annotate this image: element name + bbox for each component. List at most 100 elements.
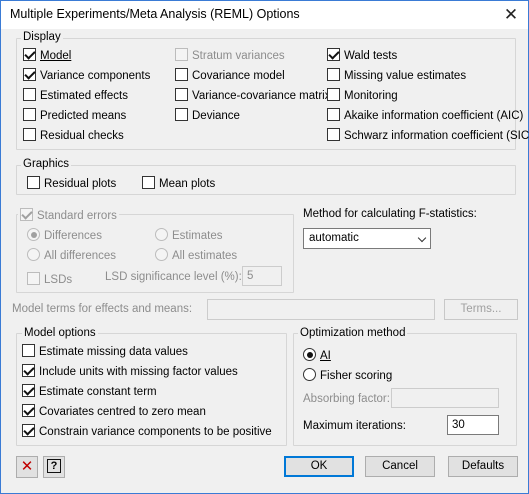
checkbox-box bbox=[175, 48, 188, 61]
checkbox-box[interactable] bbox=[175, 88, 188, 101]
checkbox-box[interactable] bbox=[327, 48, 340, 61]
checkbox-label: Estimated effects bbox=[40, 90, 128, 102]
checkbox-predicted-means[interactable]: Predicted means bbox=[23, 108, 126, 122]
checkbox-variance-components[interactable]: Variance components bbox=[23, 68, 150, 82]
window-title: Multiple Experiments/Meta Analysis (REML… bbox=[10, 7, 300, 21]
checkbox-residual-plots[interactable]: Residual plots bbox=[27, 176, 116, 190]
checkbox-label: Include units with missing factor values bbox=[39, 366, 238, 378]
checkbox-box bbox=[27, 272, 40, 285]
checkbox-box[interactable] bbox=[175, 68, 188, 81]
checkbox-monitoring[interactable]: Monitoring bbox=[327, 88, 398, 102]
checkbox-covariance-model[interactable]: Covariance model bbox=[175, 68, 285, 82]
chevron-down-icon bbox=[417, 233, 427, 243]
radio-label: All differences bbox=[44, 250, 117, 262]
checkbox-label: Wald tests bbox=[344, 50, 398, 62]
radio-circle bbox=[27, 248, 40, 261]
checkbox-box[interactable] bbox=[327, 108, 340, 121]
radio-differences: Differences bbox=[27, 228, 102, 242]
checkbox-include-units-missing[interactable]: Include units with missing factor values bbox=[22, 364, 238, 378]
checkbox-label: Monitoring bbox=[344, 90, 398, 102]
checkbox-box[interactable] bbox=[27, 176, 40, 189]
clear-button[interactable]: ✕ bbox=[16, 456, 38, 478]
f-statistics-select[interactable]: automatic bbox=[303, 228, 431, 249]
checkbox-residual-checks[interactable]: Residual checks bbox=[23, 128, 124, 142]
checkbox-label: Mean plots bbox=[159, 178, 216, 190]
checkbox-mean-plots[interactable]: Mean plots bbox=[142, 176, 215, 190]
checkbox-box[interactable] bbox=[22, 404, 35, 417]
checkbox-box[interactable] bbox=[327, 68, 340, 81]
radio-label: Fisher scoring bbox=[320, 370, 393, 382]
options-dialog: Multiple Experiments/Meta Analysis (REML… bbox=[0, 0, 529, 494]
checkbox-label: Constrain variance components to be posi… bbox=[39, 426, 272, 438]
graphics-group-label: Graphics bbox=[21, 158, 72, 170]
radio-label: Differences bbox=[44, 230, 102, 242]
checkbox-box[interactable] bbox=[327, 128, 340, 141]
lsd-level-input: 5 bbox=[242, 266, 282, 286]
close-icon[interactable]: ✕ bbox=[494, 1, 528, 29]
checkbox-variance-covariance-matrix[interactable]: Variance-covariance matrix bbox=[175, 88, 330, 102]
checkbox-missing-value-estimates[interactable]: Missing value estimates bbox=[327, 68, 466, 82]
help-button[interactable]: ? bbox=[43, 456, 65, 478]
checkbox-label: Estimate missing data values bbox=[39, 346, 188, 358]
checkbox-sic[interactable]: Schwarz information coefficient (SIC) bbox=[327, 128, 529, 142]
checkbox-covariates-centred[interactable]: Covariates centred to zero mean bbox=[22, 404, 206, 418]
checkbox-label: Schwarz information coefficient (SIC) bbox=[344, 130, 529, 142]
checkbox-box[interactable] bbox=[22, 364, 35, 377]
model-terms-input bbox=[207, 299, 435, 320]
checkbox-label: Deviance bbox=[192, 110, 240, 122]
radio-ai[interactable]: AI bbox=[303, 348, 331, 362]
checkbox-box[interactable] bbox=[327, 88, 340, 101]
checkbox-stratum-variances: Stratum variances bbox=[175, 48, 285, 62]
checkbox-deviance[interactable]: Deviance bbox=[175, 108, 240, 122]
checkbox-box[interactable] bbox=[23, 88, 36, 101]
radio-circle bbox=[155, 248, 168, 261]
model-options-group-label: Model options bbox=[22, 327, 98, 339]
checkbox-label: LSDs bbox=[44, 274, 73, 286]
checkbox-label: Predicted means bbox=[40, 110, 127, 122]
checkbox-box[interactable] bbox=[23, 48, 36, 61]
checkbox-box[interactable] bbox=[142, 176, 155, 189]
checkbox-label: Estimate constant term bbox=[39, 386, 157, 398]
checkbox-label: Covariance model bbox=[192, 70, 285, 82]
model-terms-label: Model terms for effects and means: bbox=[12, 303, 193, 315]
radio-all-estimates: All estimates bbox=[155, 248, 237, 262]
radio-circle[interactable] bbox=[303, 368, 316, 381]
cancel-button[interactable]: Cancel bbox=[365, 456, 435, 477]
absorbing-factor-input bbox=[391, 388, 499, 408]
checkbox-box[interactable] bbox=[175, 108, 188, 121]
checkbox-box[interactable] bbox=[23, 68, 36, 81]
checkbox-box[interactable] bbox=[22, 424, 35, 437]
checkbox-constrain-variance[interactable]: Constrain variance components to be posi… bbox=[22, 424, 272, 438]
checkbox-label: Covariates centred to zero mean bbox=[39, 406, 206, 418]
absorbing-factor-label: Absorbing factor: bbox=[303, 393, 390, 405]
checkbox-box[interactable] bbox=[22, 384, 35, 397]
checkbox-label: Missing value estimates bbox=[344, 70, 467, 82]
checkbox-estimate-missing-data[interactable]: Estimate missing data values bbox=[22, 344, 188, 358]
radio-label: All estimates bbox=[172, 250, 238, 262]
checkbox-label: Variance-covariance matrix bbox=[192, 90, 331, 102]
title-bar: Multiple Experiments/Meta Analysis (REML… bbox=[1, 1, 528, 29]
checkbox-estimated-effects[interactable]: Estimated effects bbox=[23, 88, 128, 102]
checkbox-estimate-constant[interactable]: Estimate constant term bbox=[22, 384, 157, 398]
checkbox-box[interactable] bbox=[23, 128, 36, 141]
checkbox-box[interactable] bbox=[23, 108, 36, 121]
f-statistics-label: Method for calculating F-statistics: bbox=[303, 208, 477, 220]
checkbox-model[interactable]: Model bbox=[23, 48, 71, 62]
checkbox-wald-tests[interactable]: Wald tests bbox=[327, 48, 397, 62]
defaults-button[interactable]: Defaults bbox=[448, 456, 518, 477]
help-icon: ? bbox=[47, 459, 61, 473]
radio-estimates: Estimates bbox=[155, 228, 223, 242]
checkbox-standard-errors: Standard errors bbox=[18, 208, 119, 222]
checkbox-label: Stratum variances bbox=[192, 50, 285, 62]
radio-all-differences: All differences bbox=[27, 248, 116, 262]
f-statistics-selected: automatic bbox=[309, 232, 359, 244]
checkbox-aic[interactable]: Akaike information coefficient (AIC) bbox=[327, 108, 523, 122]
ok-button[interactable]: OK bbox=[284, 456, 354, 477]
max-iterations-input[interactable]: 30 bbox=[447, 415, 499, 435]
checkbox-lsds: LSDs bbox=[27, 272, 72, 286]
checkbox-label: Standard errors bbox=[37, 210, 117, 222]
radio-fisher-scoring[interactable]: Fisher scoring bbox=[303, 368, 392, 382]
radio-label: AI bbox=[320, 350, 331, 362]
radio-circle[interactable] bbox=[303, 348, 316, 361]
checkbox-box[interactable] bbox=[22, 344, 35, 357]
